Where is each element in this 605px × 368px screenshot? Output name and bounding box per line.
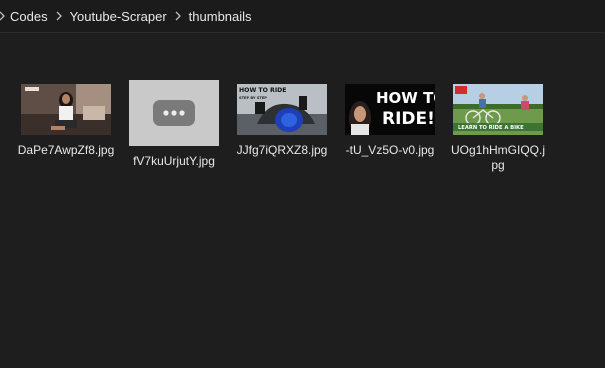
thumbnail-caption: LEARN TO RIDE A BIKE: [458, 125, 524, 131]
breadcrumb-item-youtube-scraper[interactable]: Youtube-Scraper: [66, 9, 171, 24]
breadcrumb-item-codes[interactable]: Codes: [6, 9, 52, 24]
file-name: fV7kuUrjutY.jpg: [133, 154, 215, 168]
file-name: UOg1hHmGIQQ.jpg: [450, 143, 546, 172]
thumbnail-caption: HOW TO RIDE: [239, 87, 286, 94]
chevron-right-icon[interactable]: [52, 9, 66, 23]
thumbnail-caption: STEP BY STEP: [239, 96, 267, 100]
thumbnail-caption: HOW TO: [376, 89, 435, 107]
thumbnail-caption: RIDE!: [382, 109, 435, 129]
file-item[interactable]: HOW TO RIDE! -tU_Vz5O-v0.jpg: [338, 80, 442, 158]
file-name: JJfg7iQRXZ8.jpg: [236, 143, 328, 157]
photo-thumbnail-how-to-ride-icon: HOW TO RIDE!: [345, 84, 435, 135]
chevron-right-icon[interactable]: [171, 9, 185, 23]
breadcrumb: Codes Youtube-Scraper thumbnails: [0, 5, 256, 27]
file-name: DaPe7AwpZf8.jpg: [17, 143, 115, 157]
file-grid: DaPe7AwpZf8.jpg fV7kuUrjutY.jpg HOW TO R…: [0, 32, 605, 368]
file-item[interactable]: DaPe7AwpZf8.jpg: [14, 80, 118, 158]
photo-thumbnail-motorcycle-icon: HOW TO RIDE STEP BY STEP: [237, 84, 327, 135]
placeholder-dots-icon: [129, 80, 219, 146]
file-item[interactable]: LEARN TO RIDE A BIKE UOg1hHmGIQQ.jpg: [446, 80, 550, 173]
address-bar[interactable]: Codes Youtube-Scraper thumbnails: [0, 0, 605, 33]
file-name: -tU_Vz5O-v0.jpg: [345, 143, 435, 157]
breadcrumb-item-thumbnails[interactable]: thumbnails: [185, 9, 256, 24]
photo-thumbnail-woman-sitting-icon: [21, 84, 111, 135]
photo-thumbnail-bike-icon: LEARN TO RIDE A BIKE: [453, 84, 543, 135]
file-item[interactable]: HOW TO RIDE STEP BY STEP JJfg7iQRXZ8.jpg: [230, 80, 334, 158]
file-item[interactable]: fV7kuUrjutY.jpg: [122, 80, 226, 169]
